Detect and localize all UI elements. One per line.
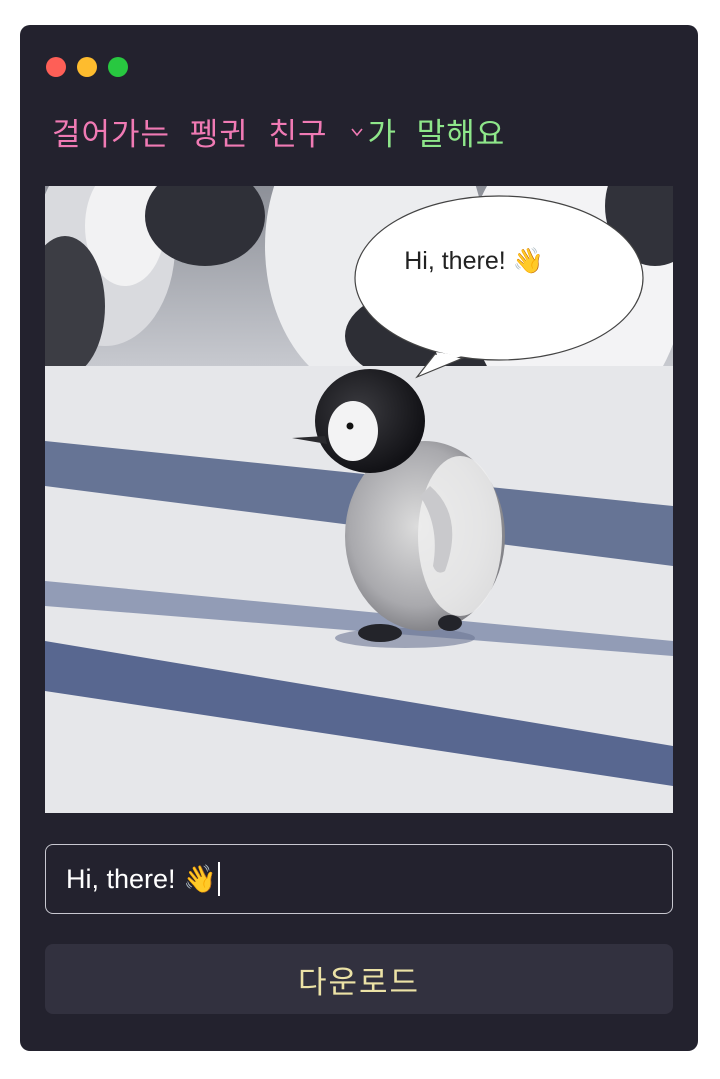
title-suffix: 가 말해요 — [367, 116, 506, 153]
character-select[interactable]: 가 말해요 — [350, 109, 506, 154]
speech-bubble-text: Hi, there! 👋 — [404, 247, 544, 275]
message-input[interactable]: Hi, there! 👋 — [45, 844, 673, 914]
close-window-button[interactable] — [46, 57, 66, 77]
text-caret — [217, 862, 220, 896]
penguin-photo — [45, 186, 673, 813]
message-input-value[interactable]: Hi, there! 👋 — [66, 863, 217, 895]
page-title: 걸어가는 펭귄 친구 가 말해요 — [52, 109, 505, 153]
selected-character-label: 걸어가는 펭귄 친구 — [52, 116, 328, 153]
chevron-down-icon — [350, 128, 363, 137]
window-controls — [46, 57, 128, 77]
app-window: 걸어가는 펭귄 친구 가 말해요 Hi, there! 👋 Hi, there!… — [20, 25, 698, 1051]
minimize-window-button[interactable] — [77, 57, 97, 77]
download-button[interactable]: 다운로드 — [45, 944, 673, 1014]
maximize-window-button[interactable] — [108, 57, 128, 77]
